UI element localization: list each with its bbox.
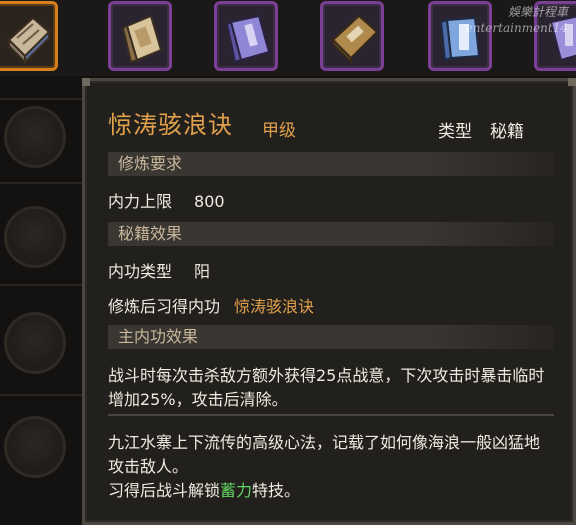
effect-neigong-type: 内功类型 阳 <box>108 258 210 282</box>
list-divider <box>0 394 82 396</box>
section-header-requirements: 修炼要求 <box>108 152 554 176</box>
unlock-suffix: 特技。 <box>252 481 301 500</box>
item-grade: 甲级 <box>262 121 296 141</box>
item-name: 惊涛骇浪诀 <box>108 111 233 139</box>
list-divider <box>0 284 82 286</box>
brown-book-icon <box>331 14 379 65</box>
watermark-line-1: 娛樂計程車 <box>507 5 568 19</box>
watermark: 娛樂計程車 entertainment14 <box>428 4 568 36</box>
list-item-slot[interactable] <box>4 416 66 478</box>
item-type-value: 秘籍 <box>490 122 524 142</box>
tan-book-icon <box>121 14 163 64</box>
unlock-prefix: 习得后战斗解锁 <box>108 481 221 500</box>
lore-description: 九江水寨上下流传的高级心法，记载了如何像海浪一般凶猛地攻击敌人。 习得后战斗解锁… <box>108 431 554 503</box>
purple-book-icon <box>225 14 271 64</box>
item-tooltip: 惊涛骇浪诀 甲级 类型 秘籍 修炼要求 内力上限 800 秘籍效果 内功类型 阳 修… <box>82 78 576 525</box>
panel-corner <box>568 78 576 86</box>
inventory-slot[interactable] <box>0 1 58 71</box>
neigong-type-label: 内功类型 <box>108 262 173 281</box>
scroll-book-icon <box>7 16 51 65</box>
inventory-slot[interactable] <box>320 1 384 71</box>
item-type-label: 类型 <box>438 122 472 142</box>
list-item-slot[interactable] <box>4 206 66 268</box>
neigong-type-value: 阳 <box>194 262 211 281</box>
list-divider <box>0 182 82 184</box>
main-effect-description: 战斗时每次击杀敌方额外获得25点战意，下次攻击时暴击临时增加25%，攻击后清除。 <box>108 366 545 409</box>
neili-label: 内力上限 <box>108 192 173 211</box>
effect-learn-neigong: 修炼后习得内功 惊涛骇浪诀 <box>108 293 314 317</box>
learn-neigong-label: 修炼后习得内功 <box>108 297 221 316</box>
lore-text: 九江水寨上下流传的高级心法，记载了如何像海浪一般凶猛地攻击敌人。 <box>108 433 541 476</box>
list-item-slot[interactable] <box>4 106 66 168</box>
section-header-effects: 秘籍效果 <box>108 222 554 246</box>
requirement-neili: 内力上限 800 <box>108 188 225 212</box>
panel-corner <box>82 78 90 86</box>
section-header-main-effect: 主内功效果 <box>108 325 554 349</box>
list-item-slot[interactable] <box>4 312 66 374</box>
learn-neigong-value: 惊涛骇浪诀 <box>234 297 315 316</box>
inventory-slot[interactable] <box>108 1 172 71</box>
item-list <box>0 76 82 525</box>
unlock-line: 习得后战斗解锁蓄力特技。 <box>108 479 554 503</box>
inventory-bar: 娛樂計程車 entertainment14 <box>0 0 576 76</box>
unlock-skill: 蓄力 <box>220 481 253 500</box>
tooltip-divider <box>108 414 554 416</box>
list-divider <box>0 98 82 100</box>
inventory-slot[interactable] <box>214 1 278 71</box>
watermark-line-2: entertainment14 <box>465 21 568 35</box>
tooltip-title-row: 惊涛骇浪诀 甲级 类型 秘籍 <box>108 105 548 142</box>
neili-value: 800 <box>194 192 225 211</box>
